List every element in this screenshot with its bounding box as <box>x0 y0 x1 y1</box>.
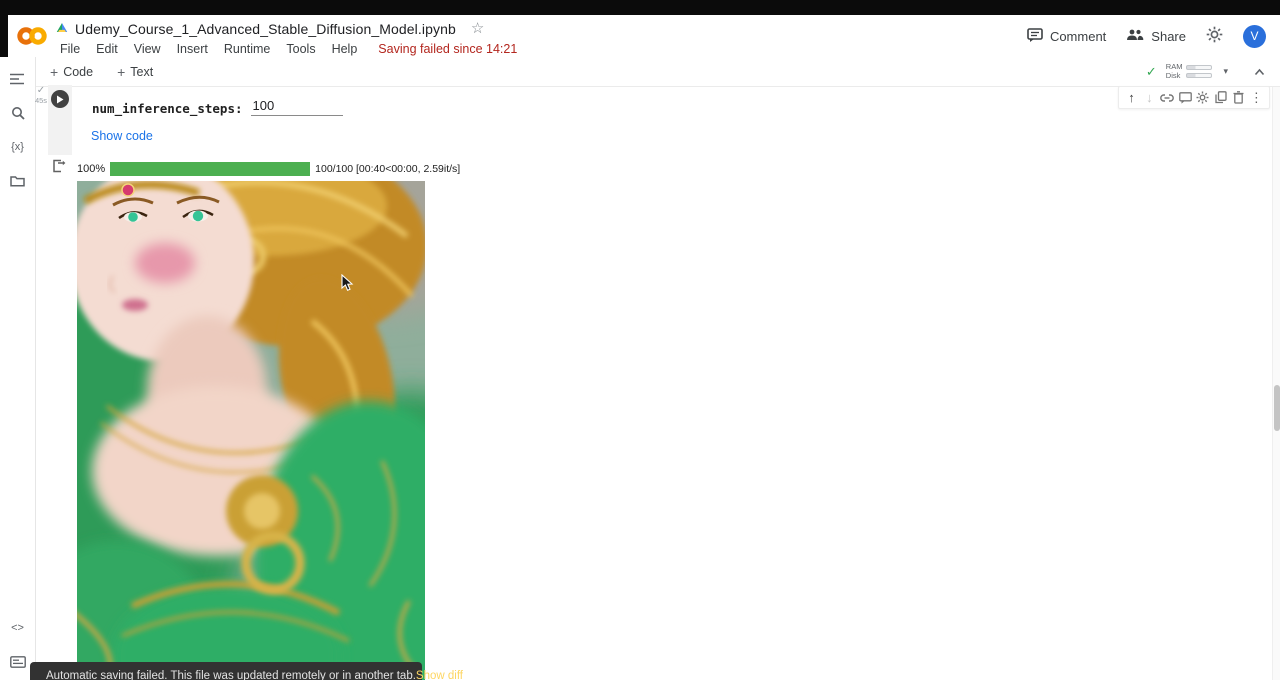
share-button[interactable]: Share <box>1126 28 1186 44</box>
ram-usage-bar <box>1186 65 1212 70</box>
open-editor-settings-icon[interactable] <box>1195 91 1210 104</box>
move-cell-up-icon[interactable]: ↑ <box>1124 90 1139 105</box>
toolbar-right: ✓ RAM Disk ▾ <box>1146 63 1280 80</box>
share-people-icon <box>1126 28 1144 44</box>
disk-label: Disk <box>1166 72 1183 80</box>
progress-bar <box>110 162 310 176</box>
parameter-name-label: num_inference_steps: <box>92 101 243 116</box>
left-sidebar: {x} <> <box>0 57 36 680</box>
mirror-cell-icon[interactable] <box>1213 91 1228 104</box>
notebook-title[interactable]: Udemy_Course_1_Advanced_Stable_Diffusion… <box>75 21 456 37</box>
scrollbar-thumb[interactable] <box>1274 385 1280 431</box>
disk-usage-bar <box>1186 73 1212 78</box>
add-code-label: Code <box>63 65 93 79</box>
comment-icon <box>1027 28 1043 45</box>
star-icon[interactable]: ☆ <box>471 22 484 36</box>
avatar[interactable]: V <box>1243 25 1266 48</box>
add-code-button[interactable]: + Code <box>40 62 103 82</box>
search-icon[interactable] <box>9 105 27 121</box>
header-actions: Comment Share <box>1027 15 1266 57</box>
colab-logo-icon[interactable] <box>16 25 48 52</box>
avatar-initial: V <box>1250 29 1258 43</box>
mouse-cursor <box>341 274 354 297</box>
run-cell-button[interactable] <box>51 90 69 108</box>
cell-gutter <box>48 85 72 155</box>
progress-stats-text: 100/100 [00:40<00:00, 2.59it/s] <box>315 163 460 175</box>
resources-indicator[interactable]: RAM Disk <box>1166 63 1213 80</box>
delete-cell-icon[interactable] <box>1231 91 1246 104</box>
more-cell-actions-icon[interactable]: ⋮ <box>1249 90 1264 106</box>
execution-time: 45s <box>33 96 49 105</box>
toast-message: Automatic saving failed. This file was u… <box>46 670 416 680</box>
menu-tools[interactable]: Tools <box>279 41 322 57</box>
runtime-dropdown-caret[interactable]: ▾ <box>1223 66 1228 77</box>
window-left-edge <box>0 15 8 57</box>
add-text-button[interactable]: + Text <box>107 62 163 82</box>
menu-view[interactable]: View <box>127 41 168 57</box>
tqdm-progress: 100% 100/100 [00:40<00:00, 2.59it/s] <box>77 162 460 176</box>
autosave-failed-toast: Automatic saving failed. This file was u… <box>30 662 422 680</box>
form-parameter-row: num_inference_steps: <box>92 98 343 116</box>
table-of-contents-icon[interactable] <box>9 71 27 87</box>
comment-label: Comment <box>1050 29 1106 44</box>
ram-label: RAM <box>1166 63 1183 71</box>
copy-link-to-cell-icon[interactable] <box>1160 94 1175 102</box>
plus-icon: + <box>117 66 125 78</box>
chevron-up-icon <box>1253 67 1266 77</box>
settings-button[interactable] <box>1206 26 1223 46</box>
save-status-text[interactable]: Saving failed since 14:21 <box>378 42 517 56</box>
drive-icon <box>56 20 68 38</box>
progress-fill <box>110 162 310 176</box>
show-code-link[interactable]: Show code <box>91 129 153 143</box>
execution-check-icon: ✓ <box>33 86 49 96</box>
menu-bar: File Edit View Insert Runtime Tools Help… <box>56 41 517 57</box>
add-text-label: Text <box>130 65 153 79</box>
progress-percent-label: 100% <box>77 163 105 175</box>
menu-runtime[interactable]: Runtime <box>217 41 278 57</box>
parameter-value-input[interactable] <box>251 98 343 116</box>
terminal-icon[interactable] <box>9 654 27 670</box>
menu-help[interactable]: Help <box>325 41 365 57</box>
generated-output-image <box>77 181 425 680</box>
cell-output-icon[interactable] <box>52 159 66 178</box>
header: Udemy_Course_1_Advanced_Stable_Diffusion… <box>8 15 1280 57</box>
title-block: Udemy_Course_1_Advanced_Stable_Diffusion… <box>56 19 517 57</box>
gear-icon <box>1206 26 1223 46</box>
window-top-bar <box>0 0 1280 15</box>
notebook-toolbar: + Code + Text ✓ RAM Disk ▾ <box>36 57 1280 87</box>
move-cell-down-icon[interactable]: ↓ <box>1142 90 1157 105</box>
cell-toolbar: ↑ ↓ <box>1118 86 1270 109</box>
vertical-scrollbar[interactable] <box>1272 87 1280 680</box>
plus-icon: + <box>50 66 58 78</box>
menu-edit[interactable]: Edit <box>89 41 125 57</box>
variables-icon[interactable]: {x} <box>9 139 27 155</box>
code-snippets-icon[interactable]: <> <box>9 620 27 636</box>
runtime-connected-check-icon: ✓ <box>1146 64 1157 80</box>
add-comment-icon[interactable] <box>1178 92 1193 104</box>
comment-button[interactable]: Comment <box>1027 28 1106 45</box>
menu-file[interactable]: File <box>56 41 87 57</box>
share-label: Share <box>1151 29 1186 44</box>
play-icon <box>56 95 64 104</box>
menu-insert[interactable]: Insert <box>170 41 215 57</box>
files-folder-icon[interactable] <box>9 173 27 189</box>
colab-app: Udemy_Course_1_Advanced_Stable_Diffusion… <box>0 0 1280 680</box>
show-diff-link[interactable]: Show diff <box>416 670 463 680</box>
collapse-sections-button[interactable] <box>1253 67 1266 77</box>
cell-execution-indicator: ✓ 45s <box>33 86 49 105</box>
